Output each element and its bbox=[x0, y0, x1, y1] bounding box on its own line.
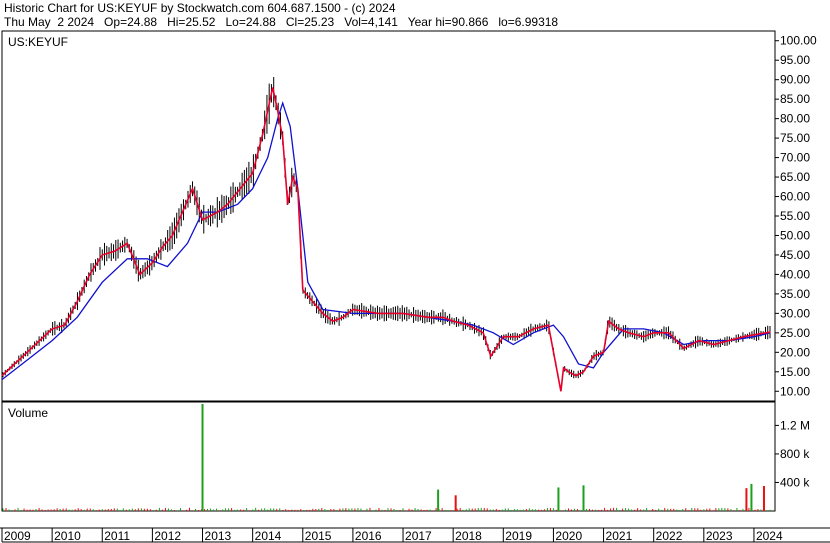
price-tick-label: 30.00 bbox=[780, 306, 810, 320]
price-panel-frame bbox=[1, 30, 776, 402]
price-tick-label: 80.00 bbox=[780, 112, 810, 126]
price-tick-label: 35.00 bbox=[780, 287, 810, 301]
chart-canvas: 100.00 95.00 90.00 85.00 80.00 75.00 70.00 65.0… bbox=[0, 30, 830, 543]
year-label: 2013 bbox=[205, 529, 232, 543]
moving-average-line bbox=[1, 100, 771, 381]
price-tick-label: 15.00 bbox=[780, 365, 810, 379]
volume-tick-label: 800 k bbox=[780, 447, 810, 461]
year-label: 2010 bbox=[54, 529, 81, 543]
price-tick-label: 65.00 bbox=[780, 170, 810, 184]
price-tick-label: 20.00 bbox=[780, 345, 810, 359]
year-label: 2018 bbox=[455, 529, 482, 543]
year-label: 2009 bbox=[4, 529, 31, 543]
year-label: 2019 bbox=[505, 529, 532, 543]
year-label: 2016 bbox=[355, 529, 382, 543]
year-label: 2015 bbox=[305, 529, 332, 543]
volume-panel-frame bbox=[1, 401, 776, 512]
price-tick-label: 55.00 bbox=[780, 209, 810, 223]
symbol-label: US:KEYUF bbox=[8, 35, 68, 49]
price-tick-label: 75.00 bbox=[780, 131, 810, 145]
price-tick-label: 100.00 bbox=[780, 34, 817, 48]
year-label: 2022 bbox=[656, 529, 683, 543]
price-tick-label: 45.00 bbox=[780, 248, 810, 262]
price-tick-label: 90.00 bbox=[780, 73, 810, 87]
year-label: 2017 bbox=[405, 529, 432, 543]
price-tick-label: 40.00 bbox=[780, 267, 810, 281]
year-label: 2012 bbox=[154, 529, 181, 543]
volume-label: Volume bbox=[8, 406, 48, 420]
price-tick-label: 70.00 bbox=[780, 151, 810, 165]
year-label: 2014 bbox=[255, 529, 282, 543]
year-label: 2021 bbox=[606, 529, 633, 543]
year-label: 2011 bbox=[104, 529, 130, 543]
price-tick-label: 25.00 bbox=[780, 326, 810, 340]
volume-tick-label: 400 k bbox=[780, 475, 810, 489]
price-tick-label: 50.00 bbox=[780, 228, 810, 242]
price-tick-label: 10.00 bbox=[780, 384, 810, 398]
price-tick-label: 85.00 bbox=[780, 92, 810, 106]
price-tick-label: 60.00 bbox=[780, 190, 810, 204]
year-label: 2024 bbox=[756, 529, 783, 543]
volume-tick-label: 1.2 M bbox=[780, 418, 810, 432]
price-line bbox=[1, 87, 771, 392]
price-tick-label: 95.00 bbox=[780, 53, 810, 67]
year-label: 2023 bbox=[706, 529, 733, 543]
year-label: 2020 bbox=[555, 529, 582, 543]
